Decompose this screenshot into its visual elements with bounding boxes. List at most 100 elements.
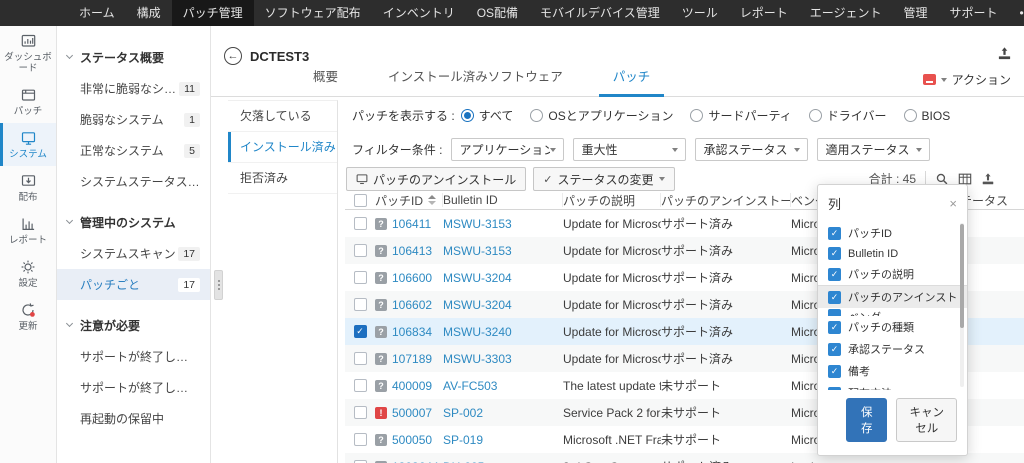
- column-header-description[interactable]: パッチの説明: [563, 193, 661, 207]
- sidebar-nav-item[interactable]: システムスキャン 17: [57, 238, 210, 269]
- bulletin-id-link[interactable]: MSWU-3153: [443, 244, 563, 258]
- top-nav-item[interactable]: パッチ管理: [172, 0, 254, 26]
- row-checkbox[interactable]: [354, 298, 367, 311]
- sidebar-nav-item[interactable]: サポートが終了した Window...: [57, 341, 210, 372]
- main-tab[interactable]: パッチ: [599, 66, 665, 97]
- back-button[interactable]: ←: [224, 47, 242, 65]
- row-checkbox[interactable]: [354, 271, 367, 284]
- bulletin-id-link[interactable]: MSWU-3153: [443, 217, 563, 231]
- sidebar-item-settings[interactable]: 設定: [0, 252, 56, 295]
- column-checkbox[interactable]: [828, 227, 841, 240]
- column-checkbox[interactable]: [828, 309, 841, 316]
- column-option[interactable]: 配布方法: [818, 382, 967, 390]
- sidebar-nav-item[interactable]: 再起動の保留中: [57, 403, 210, 434]
- top-nav-item[interactable]: モバイルデバイス管理: [529, 0, 671, 26]
- sidebar-nav-item[interactable]: サポートが終了したレガシー...: [57, 372, 210, 403]
- filter-dropdown[interactable]: 適用ステータス: [817, 138, 930, 161]
- patch-id-link[interactable]: 106411: [392, 217, 431, 231]
- patch-type-radio[interactable]: すべて: [461, 107, 514, 124]
- patch-subtab[interactable]: インストール済み: [228, 132, 337, 163]
- filter-dropdown[interactable]: アプリケーション: [451, 138, 564, 161]
- patch-id-link[interactable]: 107189: [392, 352, 432, 366]
- column-checkbox[interactable]: [828, 247, 841, 260]
- column-option[interactable]: 備考: [818, 360, 967, 382]
- save-button[interactable]: 保存: [846, 398, 887, 442]
- close-icon[interactable]: ×: [949, 197, 957, 210]
- column-checkbox[interactable]: [828, 343, 841, 356]
- uninstall-patch-button[interactable]: パッチのアンインストール: [346, 167, 526, 191]
- bulletin-id-link[interactable]: SP-002: [443, 406, 563, 420]
- patch-id-link[interactable]: 500007: [392, 406, 432, 420]
- sidebar-item-system[interactable]: システム: [0, 123, 56, 166]
- patch-id-link[interactable]: 106834: [392, 325, 432, 339]
- sidebar-nav-item[interactable]: 脆弱なシステム 1: [57, 104, 210, 135]
- scrollbar-thumb[interactable]: [960, 224, 964, 328]
- patch-subtab[interactable]: 欠落している: [228, 101, 337, 132]
- cancel-button[interactable]: キャンセル: [896, 398, 957, 442]
- bulletin-id-link[interactable]: MSWU-3204: [443, 298, 563, 312]
- top-nav-item[interactable]: ソフトウェア配布: [254, 0, 372, 26]
- patch-id-link[interactable]: 106413: [392, 244, 432, 258]
- sidebar-item-patch[interactable]: パッチ: [0, 80, 56, 123]
- patch-id-link[interactable]: 1303644: [392, 460, 439, 463]
- bulletin-id-link[interactable]: MSWU-3303: [443, 352, 563, 366]
- sort-icon[interactable]: [428, 195, 436, 205]
- sidebar-item-dashboard[interactable]: ダッシュボード: [0, 26, 56, 80]
- top-nav-item[interactable]: ホーム: [68, 0, 126, 26]
- patch-id-link[interactable]: 500050: [392, 433, 432, 447]
- top-nav-item[interactable]: OS配備: [466, 0, 529, 26]
- sidebar-nav-item[interactable]: パッチごと 17: [57, 269, 210, 300]
- top-nav-item[interactable]: サポート: [939, 0, 1009, 26]
- row-checkbox[interactable]: [354, 325, 367, 338]
- column-checkbox[interactable]: [828, 321, 841, 334]
- section-title[interactable]: 注意が必要: [57, 312, 210, 341]
- patch-type-radio[interactable]: BIOS: [904, 109, 951, 123]
- patch-type-radio[interactable]: ドライバー: [809, 107, 887, 124]
- top-nav-item[interactable]: レポート: [729, 0, 799, 26]
- filter-dropdown[interactable]: 承認ステータス: [695, 138, 808, 161]
- column-header-uninstall[interactable]: パッチのアンインストール: [661, 193, 791, 207]
- column-checkbox[interactable]: [828, 365, 841, 378]
- row-checkbox[interactable]: [354, 217, 367, 230]
- sidebar-nav-item[interactable]: 非常に脆弱なシステム 11: [57, 73, 210, 104]
- column-option[interactable]: 承認ステータス: [818, 338, 967, 360]
- patch-type-radio[interactable]: OSとアプリケーション: [530, 107, 673, 124]
- patch-subtab[interactable]: 拒否済み: [228, 163, 337, 194]
- column-option[interactable]: パッチの説明: [818, 263, 967, 285]
- patch-id-link[interactable]: 106602: [392, 298, 432, 312]
- top-nav-item[interactable]: エージェント: [799, 0, 893, 26]
- bulletin-id-link[interactable]: AV-FC503: [443, 379, 563, 393]
- patch-id-link[interactable]: 400009: [392, 379, 432, 393]
- section-title[interactable]: 管理中のシステム: [57, 209, 210, 238]
- column-checkbox[interactable]: [828, 291, 841, 304]
- patch-id-link[interactable]: 106600: [392, 271, 432, 285]
- sidebar-nav-item[interactable]: システムステータスポリシー: [57, 166, 210, 197]
- select-all-checkbox[interactable]: [354, 194, 367, 207]
- main-tab[interactable]: 概要: [299, 66, 352, 97]
- top-nav-item[interactable]: ツール: [671, 0, 729, 26]
- column-header-patch-id[interactable]: パッチID: [375, 193, 443, 207]
- column-checkbox[interactable]: [828, 387, 841, 391]
- section-title[interactable]: ステータス概要: [57, 44, 210, 73]
- row-checkbox[interactable]: [354, 244, 367, 257]
- row-checkbox[interactable]: [354, 433, 367, 446]
- column-option[interactable]: ベンダー: [818, 308, 967, 316]
- main-tab[interactable]: インストール済みソフトウェア: [374, 66, 577, 97]
- column-option[interactable]: パッチのアンインストール: [818, 285, 967, 308]
- row-checkbox[interactable]: [354, 406, 367, 419]
- bulletin-id-link[interactable]: MSWU-3204: [443, 271, 563, 285]
- row-checkbox[interactable]: [354, 352, 367, 365]
- bulletin-id-link[interactable]: MSWU-3240: [443, 325, 563, 339]
- sidebar-item-deploy[interactable]: 配布: [0, 166, 56, 209]
- export-icon[interactable]: [981, 172, 995, 186]
- patch-type-radio[interactable]: サードパーティ: [690, 107, 791, 124]
- column-checkbox[interactable]: [828, 268, 841, 281]
- filter-dropdown[interactable]: 重大性: [573, 138, 686, 161]
- top-nav-item[interactable]: •••: [1009, 0, 1024, 26]
- sidebar-collapse-handle[interactable]: [214, 270, 223, 300]
- export-icon[interactable]: [997, 46, 1012, 61]
- sidebar-item-update[interactable]: 更新: [0, 295, 56, 338]
- column-option[interactable]: パッチID: [818, 222, 967, 244]
- top-nav-item[interactable]: 管理: [893, 0, 939, 26]
- sidebar-nav-item[interactable]: 正常なシステム 5: [57, 135, 210, 166]
